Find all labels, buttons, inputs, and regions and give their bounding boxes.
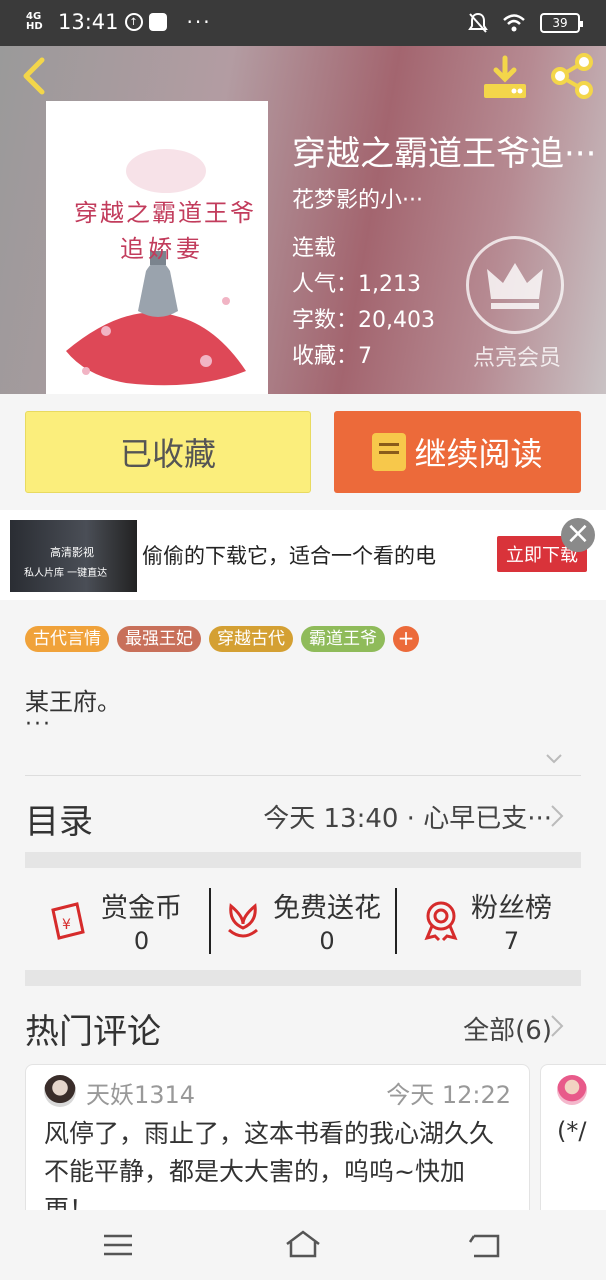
back-nav-icon[interactable] [466, 1228, 506, 1262]
favorited-button[interactable]: 已收藏 [25, 411, 311, 493]
divider [25, 775, 581, 776]
ad-image: 高清影视 私人片库 一键直达 [10, 520, 137, 592]
book-header: 穿越之霸道王爷 追娇妻 穿越之霸道王爷追··· 花梦影的小··· 连载 人气：1… [0, 46, 606, 394]
hot-comments-title: 热门评论 [25, 1012, 161, 1052]
message-icon [148, 13, 167, 31]
cover-subtitle: 追娇妻 [120, 235, 204, 263]
comment-time: 今天 12:22 [386, 1081, 511, 1109]
book-title: 穿越之霸道王爷追··· [292, 134, 597, 174]
share-icon[interactable] [548, 52, 596, 100]
continue-reading-button[interactable]: 继续阅读 [334, 411, 581, 493]
status-bar: 4G HD 13:41 ↑ ··· 39 [0, 0, 606, 46]
add-tag-button[interactable]: + [393, 626, 419, 652]
menu-icon[interactable] [98, 1228, 138, 1262]
ad-close-icon[interactable]: × [561, 518, 595, 552]
medal-icon [424, 901, 458, 942]
avatar[interactable] [557, 1075, 587, 1105]
vip-button[interactable] [466, 236, 564, 334]
notification-icon: ↑ [124, 13, 143, 31]
comment-username[interactable]: 天妖1314 [86, 1075, 195, 1110]
book-icon [372, 433, 407, 471]
reward-count: 0 [319, 926, 335, 955]
divider [209, 888, 211, 954]
book-cover[interactable]: 穿越之霸道王爷 追娇妻 [46, 101, 268, 394]
reward-coins[interactable]: ¥ 赏金币 0 [49, 870, 182, 970]
latest-chapter[interactable]: 今天 13:40 · 心早已支··· [263, 798, 552, 835]
vip-label[interactable]: 点亮会员 [462, 340, 572, 372]
cover-title: 穿越之霸道王爷 [74, 199, 256, 227]
reward-label: 赏金币 [101, 892, 182, 924]
reward-fans[interactable]: 粉丝榜 7 [419, 870, 552, 970]
tag-list: 古代言情 最强王妃 穿越古代 霸道王爷 + [25, 626, 419, 652]
battery-icon: 39 [540, 13, 583, 33]
system-nav-bar [0, 1210, 606, 1280]
book-details: 古代言情 最强王妃 穿越古代 霸道王爷 + 某王府。 ··· 目录 今天 13:… [0, 600, 606, 1224]
tag[interactable]: 霸道王爷 [301, 626, 385, 652]
ad-text: 偷偷的下载它，适合一个看的电 [142, 544, 436, 568]
comment-text: 风停了，雨止了，这本书看的我心湖久久不能平静，都是大大害的，呜呜~快加更！ [44, 1119, 495, 1223]
favorites-stat: 收藏：7 [292, 344, 372, 369]
section-separator [25, 852, 581, 868]
ad-image-text1: 高清影视 [50, 546, 94, 559]
reward-label: 粉丝榜 [471, 892, 552, 924]
avatar[interactable] [44, 1075, 76, 1107]
chevron-right-icon[interactable] [550, 804, 564, 828]
tag[interactable]: 古代言情 [25, 626, 109, 652]
divider [395, 888, 397, 954]
toc-label[interactable]: 目录 [25, 794, 93, 843]
network-indicator: 4G HD [26, 11, 43, 32]
back-icon[interactable] [14, 54, 54, 98]
chevron-right-icon[interactable] [550, 1014, 564, 1038]
description-ellipsis: ··· [25, 712, 52, 737]
flower-icon [228, 903, 258, 938]
section-separator [25, 970, 581, 986]
expand-chevron-icon[interactable] [545, 750, 563, 768]
book-status: 连载 [292, 236, 337, 261]
status-time: 13:41 [58, 10, 119, 34]
crown-icon [487, 263, 543, 309]
red-envelope-icon: ¥ [51, 902, 85, 940]
home-icon[interactable] [283, 1228, 323, 1262]
comment-card[interactable]: 天妖1314 今天 12:22 风停了，雨止了，这本书看的我心湖久久不能平静，都… [25, 1064, 530, 1224]
ad-image-text2: 私人片库 一键直达 [24, 568, 108, 579]
svg-text:¥: ¥ [62, 917, 71, 933]
ad-banner[interactable]: 高清影视 私人片库 一键直达 偷偷的下载它，适合一个看的电 立即下载 [0, 510, 606, 600]
reward-label: 免费送花 [273, 892, 381, 924]
book-author[interactable]: 花梦影的小··· [292, 182, 423, 214]
tag[interactable]: 最强王妃 [117, 626, 201, 652]
comment-card[interactable]: (*/ [540, 1064, 606, 1224]
tag[interactable]: 穿越古代 [209, 626, 293, 652]
word-count-stat: 字数：20,403 [292, 308, 435, 333]
popularity-stat: 人气：1,213 [292, 272, 421, 297]
continue-reading-label: 继续阅读 [414, 435, 543, 473]
action-bar: 已收藏 继续阅读 [0, 394, 606, 510]
reward-flowers[interactable]: 免费送花 0 [221, 870, 381, 970]
more-notifications-icon: ··· [186, 10, 212, 34]
reward-count: 0 [133, 926, 150, 955]
reward-bar: ¥ 赏金币 0 免费送花 0 粉丝榜 7 [25, 870, 581, 970]
download-icon[interactable] [482, 54, 528, 100]
reward-count: 7 [503, 926, 520, 955]
wifi-icon [503, 14, 525, 32]
mute-icon [468, 12, 488, 33]
all-comments-link[interactable]: 全部(6) [463, 1010, 552, 1047]
comment-text: (*/ [557, 1117, 587, 1145]
